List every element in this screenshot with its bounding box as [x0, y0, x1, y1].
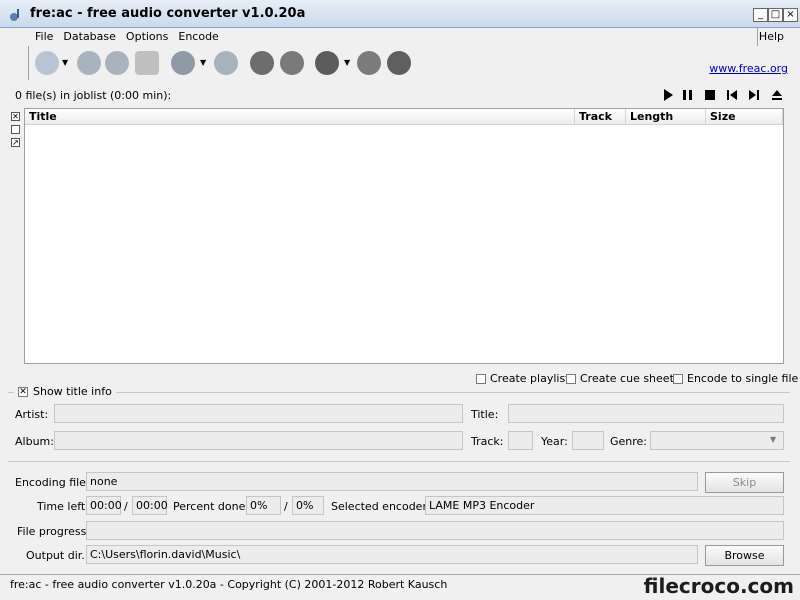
menu-encode[interactable]: Encode [173, 28, 223, 45]
time-left-label: Time left: [37, 500, 89, 513]
output-dir-field[interactable]: C:\Users\florin.david\Music\ [86, 545, 698, 564]
track-field[interactable] [508, 431, 533, 450]
create-playlist-label: Create playlist [490, 372, 570, 385]
freac-link[interactable]: www.freac.org [709, 62, 788, 75]
tools-icon[interactable] [250, 51, 274, 75]
chevron-down-icon: ▼ [770, 435, 777, 444]
genre-label: Genre: [610, 435, 648, 448]
next-icon[interactable] [747, 88, 761, 102]
single-file-option[interactable]: Encode to single file [673, 372, 798, 385]
pause-icon[interactable] [681, 88, 695, 102]
single-file-label: Encode to single file [687, 372, 799, 385]
settings-icon[interactable] [280, 51, 304, 75]
artist-field[interactable] [54, 404, 463, 423]
search-icon[interactable] [171, 51, 195, 75]
joblist-count: 0 file(s) in joblist (0:00 min): [15, 89, 172, 102]
year-field[interactable] [572, 431, 604, 450]
watermark-text: filecroco.com [643, 574, 794, 598]
eject-icon[interactable] [770, 88, 784, 102]
status-text: fre:ac - free audio converter v1.0.20a -… [10, 578, 448, 591]
year-label: Year: [541, 435, 568, 448]
chevron-down-icon[interactable]: ▼ [344, 58, 350, 67]
genre-select[interactable] [650, 431, 784, 450]
play-icon[interactable] [661, 88, 675, 102]
column-length[interactable]: Length [626, 109, 706, 125]
recycle-icon[interactable] [135, 51, 159, 75]
single-file-checkbox[interactable] [673, 373, 683, 384]
select-all-checkbox[interactable]: ✕ [11, 112, 20, 121]
output-dir-label: Output dir.: [26, 549, 89, 562]
joblist[interactable] [24, 108, 784, 364]
add-files-icon[interactable] [35, 51, 59, 75]
skip-button[interactable]: Skip [705, 472, 784, 493]
window-title: fre:ac - free audio converter v1.0.20a [30, 6, 306, 21]
percent-field-1: 0% [246, 496, 281, 515]
title-label: Title: [471, 408, 499, 421]
play-icon[interactable] [315, 51, 339, 75]
percent-field-2: 0% [292, 496, 324, 515]
add-folder-icon[interactable] [77, 51, 101, 75]
previous-icon[interactable] [725, 88, 739, 102]
encoding-file-label: Encoding file: [15, 476, 90, 489]
column-size[interactable]: Size [706, 109, 783, 125]
cd-rip-icon[interactable] [105, 51, 129, 75]
menu-database[interactable]: Database [58, 28, 121, 45]
track-label: Track: [471, 435, 504, 448]
app-icon [8, 7, 24, 23]
show-title-info-checkbox[interactable]: ✕ [18, 386, 28, 397]
selected-encoder-label: Selected encoder: [331, 500, 431, 513]
percent-done-label: Percent done: [173, 500, 250, 513]
file-progress-bar [86, 521, 784, 540]
column-track[interactable]: Track [575, 109, 626, 125]
browse-button[interactable]: Browse [705, 545, 784, 566]
show-title-info-label: Show title info [33, 385, 112, 398]
time-left-field-1: 00:00 [86, 496, 122, 515]
toolbar-left-rule [28, 46, 29, 80]
file-progress-label: File progress: [17, 525, 91, 538]
create-cue-checkbox[interactable] [566, 373, 576, 384]
menu-file[interactable]: File [30, 28, 58, 45]
maximize-button[interactable]: □ [768, 8, 783, 22]
create-cue-label: Create cue sheet [580, 372, 674, 385]
minimize-button[interactable]: _ [753, 8, 768, 22]
encoding-file-field: none [86, 472, 698, 491]
encoding-divider [8, 461, 790, 462]
column-title[interactable]: Title [25, 109, 575, 125]
time-separator: / [124, 500, 128, 513]
pause-icon[interactable] [357, 51, 381, 75]
toggle-selection-checkbox[interactable]: ↗ [11, 138, 20, 147]
create-playlist-checkbox[interactable] [476, 373, 486, 384]
menu-options[interactable]: Options [121, 28, 173, 45]
selected-encoder-field[interactable]: LAME MP3 Encoder [425, 496, 784, 515]
select-none-checkbox[interactable] [11, 125, 20, 134]
stop-icon[interactable] [387, 51, 411, 75]
create-cue-option[interactable]: Create cue sheet [566, 372, 674, 385]
percent-separator: / [284, 500, 288, 513]
menu-help[interactable]: Help [755, 28, 788, 45]
time-left-field-2: 00:00 [132, 496, 168, 515]
show-title-info-option[interactable]: ✕ Show title info [14, 385, 116, 398]
menu-left: File Database Options Encode [30, 28, 224, 45]
title-info-divider [8, 392, 790, 393]
create-playlist-option[interactable]: Create playlist [476, 372, 570, 385]
cddb-icon[interactable] [214, 51, 238, 75]
album-label: Album: [15, 435, 54, 448]
stop-icon[interactable] [703, 88, 717, 102]
chevron-down-icon[interactable]: ▼ [200, 58, 206, 67]
close-button[interactable]: × [783, 8, 798, 22]
title-field[interactable] [508, 404, 784, 423]
chevron-down-icon[interactable]: ▼ [62, 58, 68, 67]
album-field[interactable] [54, 431, 463, 450]
artist-label: Artist: [15, 408, 49, 421]
